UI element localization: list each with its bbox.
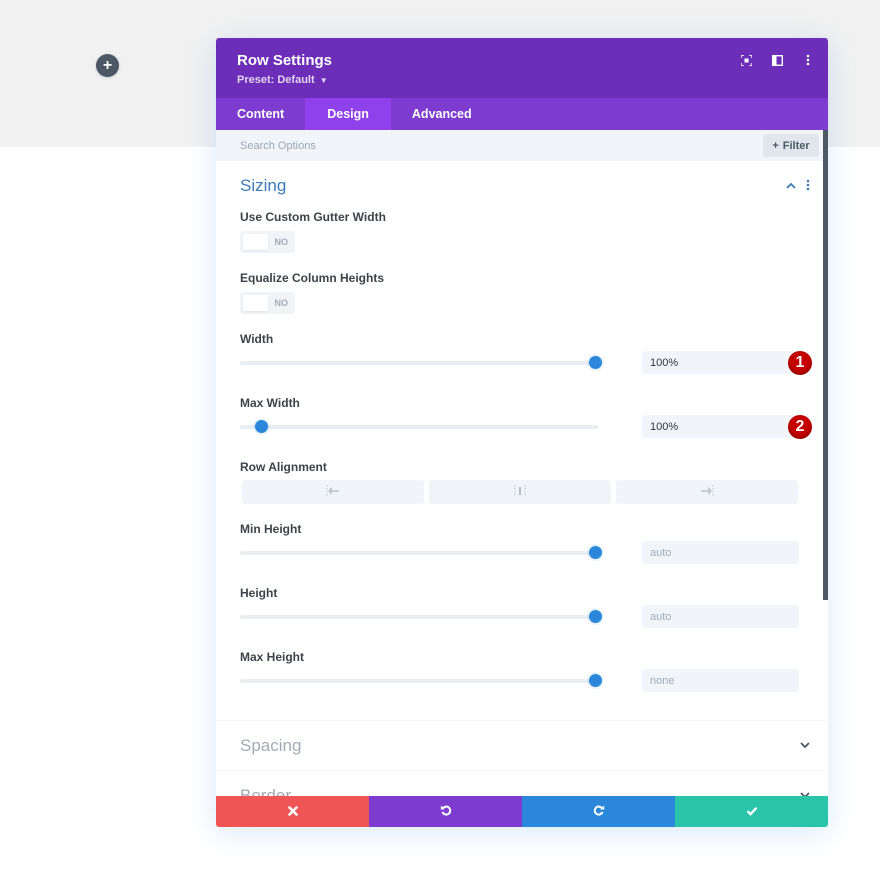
split-view-icon[interactable] (771, 53, 783, 67)
settings-content: Sizing Use Custom Gutter Width NO Equali… (216, 161, 828, 820)
preset-label: Preset: Default (237, 74, 315, 86)
toggle-state: NO (274, 237, 289, 247)
more-options-icon[interactable] (806, 179, 810, 193)
annotation-badge-2: 2 (788, 415, 812, 439)
panel-footer (216, 796, 828, 827)
field-min-height: Min Height (240, 522, 804, 568)
toggle-knob (243, 295, 268, 311)
plus-icon: + (102, 56, 113, 74)
field-label: Use Custom Gutter Width (240, 210, 386, 224)
plus-icon: + (772, 139, 779, 152)
max-width-input[interactable] (642, 415, 799, 438)
panel-header[interactable]: Row Settings Preset: Default ▼ (216, 38, 828, 98)
min-height-slider-thumb[interactable] (589, 546, 602, 559)
search-input[interactable] (240, 139, 640, 152)
align-right-icon (700, 484, 714, 500)
search-bar: + Filter (216, 130, 828, 161)
field-label: Height (240, 586, 278, 600)
panel-title: Row Settings (237, 52, 333, 69)
field-label: Max Width (240, 396, 300, 410)
section-header-spacing[interactable]: Spacing (240, 721, 810, 770)
min-height-slider-track[interactable] (240, 551, 598, 555)
row-settings-panel: Row Settings Preset: Default ▼ Content D… (216, 38, 828, 827)
align-left-icon (326, 484, 340, 500)
section-header-sizing[interactable]: Sizing (240, 161, 810, 210)
align-center-button[interactable] (429, 480, 611, 504)
undo-icon (440, 804, 452, 819)
max-height-slider-track[interactable] (240, 679, 598, 683)
check-icon (746, 804, 758, 819)
max-width-slider-thumb[interactable] (254, 420, 268, 433)
annotation-badge-1: 1 (788, 351, 812, 375)
field-max-height: Max Height (240, 650, 804, 696)
toggle-knob (243, 234, 268, 250)
filter-label: Filter (782, 139, 810, 152)
field-label: Width (240, 332, 274, 346)
max-width-slider-track[interactable] (240, 425, 598, 429)
width-input[interactable] (642, 351, 799, 374)
add-row-button[interactable]: + (96, 54, 119, 77)
close-icon (287, 804, 298, 819)
field-label: Equalize Column Heights (240, 271, 385, 285)
chevron-down-icon[interactable] (800, 740, 810, 752)
max-height-slider-thumb[interactable] (589, 674, 602, 687)
undo-button[interactable] (369, 796, 522, 827)
width-slider-thumb[interactable] (589, 356, 602, 369)
tab-design[interactable]: Design (305, 98, 391, 130)
align-center-icon (514, 484, 526, 500)
field-label: Min Height (240, 522, 302, 536)
toggle-state: NO (274, 298, 289, 308)
field-equalize-columns: Equalize Column Heights NO (240, 271, 804, 314)
chevron-up-icon[interactable] (786, 180, 796, 192)
section-title-spacing: Spacing (240, 735, 302, 755)
settings-tabs: Content Design Advanced (216, 98, 828, 130)
more-options-icon[interactable] (802, 53, 814, 67)
height-input[interactable] (642, 605, 799, 628)
discard-button[interactable] (216, 796, 369, 827)
min-height-input[interactable] (642, 541, 799, 564)
redo-icon (593, 804, 605, 819)
height-slider-track[interactable] (240, 615, 598, 619)
section-title-sizing: Sizing (240, 175, 287, 195)
max-height-input[interactable] (642, 669, 799, 692)
tab-advanced[interactable]: Advanced (391, 98, 493, 130)
align-left-button[interactable] (242, 480, 424, 504)
field-row-alignment: Row Alignment (240, 460, 804, 504)
field-height: Height (240, 586, 804, 632)
tab-content[interactable]: Content (216, 98, 305, 130)
custom-gutter-toggle[interactable]: NO (240, 231, 295, 253)
field-label: Row Alignment (240, 460, 327, 474)
caret-down-icon: ▼ (319, 76, 328, 85)
height-slider-thumb[interactable] (589, 610, 602, 623)
field-width: Width 1 (240, 332, 812, 378)
filter-button[interactable]: + Filter (763, 134, 819, 157)
align-right-button[interactable] (616, 480, 798, 504)
field-custom-gutter: Use Custom Gutter Width NO (240, 210, 804, 253)
field-label: Max Height (240, 650, 305, 664)
width-slider-track[interactable] (240, 361, 598, 365)
row-alignment-group (242, 480, 804, 504)
field-max-width: Max Width 2 (240, 396, 812, 442)
redo-button[interactable] (522, 796, 675, 827)
focus-mode-icon[interactable] (740, 53, 752, 67)
equalize-columns-toggle[interactable]: NO (240, 292, 295, 314)
save-button[interactable] (675, 796, 828, 827)
preset-selector[interactable]: Preset: Default ▼ (237, 74, 807, 86)
